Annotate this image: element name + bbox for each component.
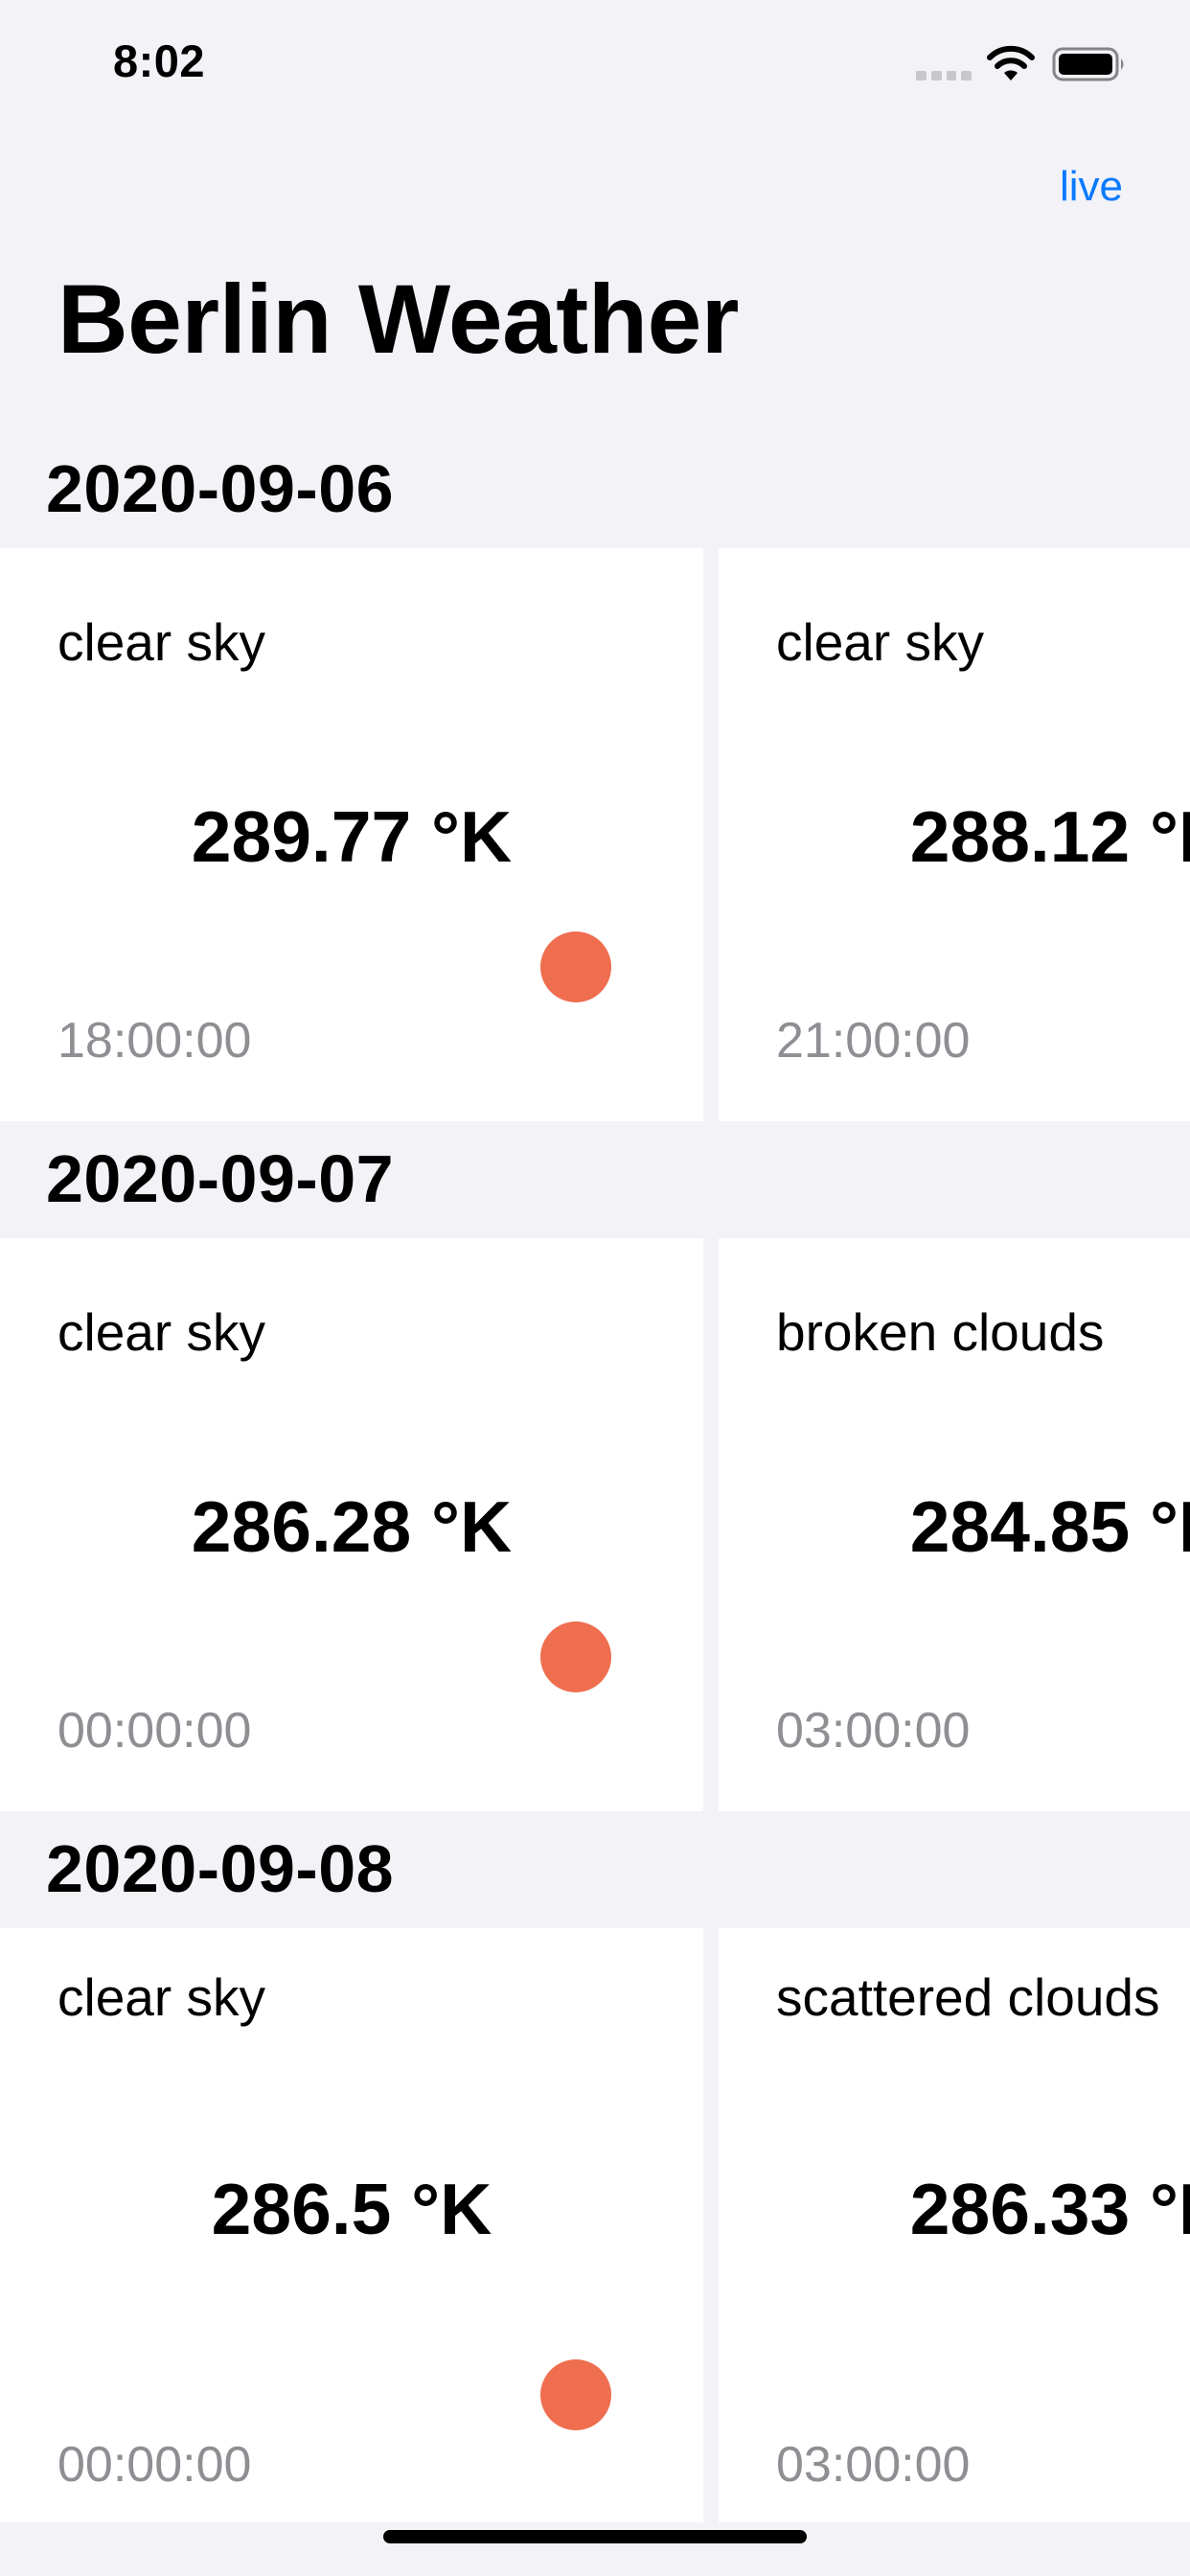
forecast-carousel[interactable]: clear sky 289.77 °K 18:00:00 clear sky 2… — [0, 548, 1190, 1121]
temperature: 286.28 °K — [191, 1486, 513, 1567]
wifi-icon — [987, 45, 1035, 80]
weather-description: scattered clouds — [776, 1967, 1160, 2027]
current-indicator-dot — [540, 932, 611, 1002]
page-title: Berlin Weather — [57, 264, 739, 374]
forecast-carousel[interactable]: clear sky 286.28 °K 00:00:00 broken clou… — [0, 1238, 1190, 1811]
weather-description: clear sky — [776, 612, 984, 672]
status-bar: 8:02 — [0, 0, 1190, 134]
forecast-time: 00:00:00 — [57, 1703, 252, 1759]
section-header: 2020-09-07 — [0, 1121, 1190, 1238]
forecast-time: 18:00:00 — [57, 1013, 252, 1069]
forecast-card[interactable]: scattered clouds 286.33 °K 03:00:00 — [719, 1928, 1190, 2522]
forecast-card[interactable]: clear sky 288.12 °K 21:00:00 — [719, 548, 1190, 1121]
forecast-time: 03:00:00 — [776, 2437, 971, 2493]
temperature: 289.77 °K — [191, 796, 513, 877]
cellular-signal-icon — [916, 71, 972, 80]
weather-description: clear sky — [57, 1967, 265, 2027]
forecast-card[interactable]: broken clouds 284.85 °K 03:00:00 — [719, 1238, 1190, 1811]
live-button[interactable]: live — [1060, 163, 1123, 211]
current-indicator-dot — [540, 1622, 611, 1692]
home-indicator[interactable] — [383, 2530, 807, 2543]
forecast-time: 00:00:00 — [57, 2437, 252, 2493]
weather-description: clear sky — [57, 1302, 265, 1362]
weather-description: broken clouds — [776, 1302, 1105, 1362]
forecast-time: 03:00:00 — [776, 1703, 971, 1759]
temperature: 288.12 °K — [909, 796, 1190, 877]
section-header: 2020-09-06 — [0, 431, 1190, 548]
weather-description: clear sky — [57, 612, 265, 672]
forecast-card[interactable]: clear sky 286.5 °K 00:00:00 — [0, 1928, 703, 2522]
temperature: 286.33 °K — [909, 2169, 1190, 2249]
status-time: 8:02 — [113, 35, 206, 86]
section-date: 2020-09-06 — [46, 451, 395, 526]
temperature: 286.5 °K — [211, 2169, 492, 2249]
current-indicator-dot — [540, 2359, 611, 2430]
section-date: 2020-09-08 — [46, 1831, 395, 1906]
battery-icon — [1052, 47, 1124, 81]
day-section: 2020-09-07 clear sky 286.28 °K 00:00:00 … — [0, 1121, 1190, 1811]
forecast-carousel[interactable]: clear sky 286.5 °K 00:00:00 scattered cl… — [0, 1928, 1190, 2522]
section-date: 2020-09-07 — [46, 1141, 395, 1216]
weather-sections: 2020-09-06 clear sky 289.77 °K 18:00:00 … — [0, 431, 1190, 2522]
section-header: 2020-09-08 — [0, 1811, 1190, 1928]
forecast-card[interactable]: clear sky 286.28 °K 00:00:00 — [0, 1238, 703, 1811]
temperature: 284.85 °K — [909, 1486, 1190, 1567]
forecast-time: 21:00:00 — [776, 1013, 971, 1069]
forecast-card[interactable]: clear sky 289.77 °K 18:00:00 — [0, 548, 703, 1121]
day-section: 2020-09-06 clear sky 289.77 °K 18:00:00 … — [0, 431, 1190, 1121]
day-section: 2020-09-08 clear sky 286.5 °K 00:00:00 s… — [0, 1811, 1190, 2522]
